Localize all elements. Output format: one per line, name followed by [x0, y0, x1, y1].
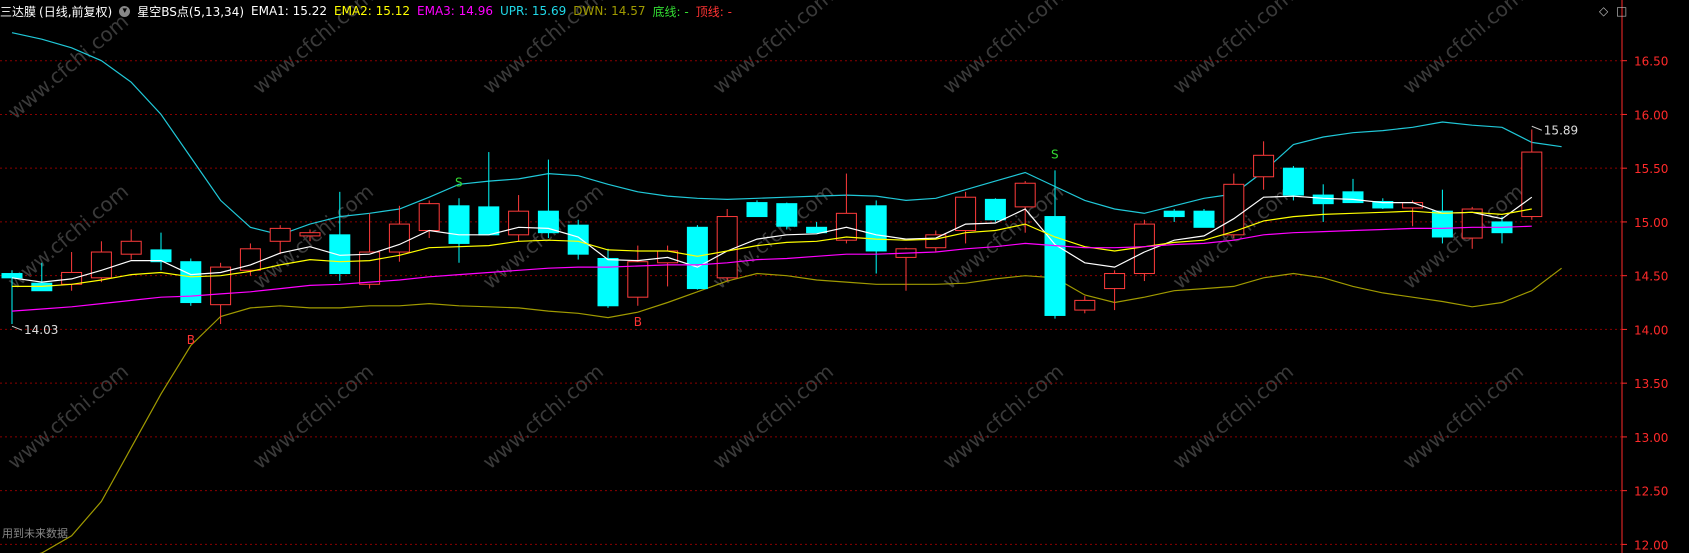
candle-up	[1104, 273, 1126, 290]
candle-down	[865, 205, 887, 252]
y-axis-tick-label: 16.50	[1634, 55, 1668, 69]
sell-signal: S	[1051, 147, 1059, 161]
candle-down	[1, 273, 23, 279]
candle-up	[359, 251, 381, 285]
square-icon[interactable]: □	[1616, 4, 1627, 18]
candle-down	[1044, 216, 1066, 316]
candle-down	[984, 198, 1006, 221]
y-axis-tick-label: 13.50	[1634, 377, 1668, 391]
watermark-text: www.cfchi.com	[248, 359, 378, 474]
candle-up	[1074, 299, 1096, 311]
watermark-text: www.cfchi.com	[248, 179, 378, 294]
candle-up	[418, 203, 440, 232]
watermark-text: www.cfchi.com	[3, 9, 133, 124]
candle-up	[1223, 183, 1245, 236]
y-axis-tick-label: 12.00	[1634, 538, 1668, 552]
y-axis-tick-label: 14.50	[1634, 270, 1668, 284]
candle-up	[508, 210, 530, 236]
candle-up	[299, 232, 321, 237]
candle-down	[448, 205, 470, 244]
candle-down	[1282, 167, 1304, 196]
bottom-line-value: 底线: -	[652, 4, 689, 19]
watermark-text: www.cfchi.com	[478, 359, 608, 474]
y-axis-tick-label: 15.00	[1634, 216, 1668, 230]
candle-up	[120, 240, 142, 255]
stock-chart[interactable]: www.cfchi.com www.cfchi.com www.cfchi.com w…	[0, 0, 1689, 553]
candle-down	[597, 257, 619, 307]
buy-signal: B	[634, 315, 642, 329]
candle-up	[925, 234, 947, 249]
candle-down	[567, 224, 589, 255]
candle-down	[776, 203, 798, 227]
candle-up	[955, 196, 977, 232]
candle-down	[746, 202, 768, 218]
sell-signal: S	[455, 175, 463, 189]
indicator-header: 三达膜 (日线,前复权) ▾ 星空BS点(5,13,34) EMA1: 15.2…	[0, 0, 739, 22]
candle-down	[150, 249, 172, 263]
candle-down	[1193, 210, 1215, 228]
candle-up	[716, 216, 738, 279]
ema1-value: EMA1: 15.22	[251, 4, 328, 18]
y-axis-tick-label: 12.50	[1634, 485, 1668, 499]
watermark-text: www.cfchi.com	[3, 359, 133, 474]
stock-name[interactable]: 三达膜	[0, 3, 36, 20]
diamond-icon[interactable]: ◇	[1599, 4, 1608, 18]
candle-down	[537, 210, 559, 234]
y-axis-tick-label: 16.00	[1634, 108, 1668, 122]
candle-up	[627, 261, 649, 298]
y-axis-tick-label: 15.50	[1634, 162, 1668, 176]
candle-up	[388, 223, 410, 253]
chart-canvas[interactable]: www.cfchi.com www.cfchi.com www.cfchi.com w…	[0, 0, 1689, 553]
watermark-text: www.cfchi.com	[1398, 359, 1528, 474]
candle-up	[1253, 154, 1275, 178]
price-annotation-label: 14.03	[24, 323, 58, 337]
candle-down	[1431, 210, 1453, 238]
watermark-text: www.cfchi.com	[1168, 0, 1298, 99]
ema2-value: EMA2: 15.12	[334, 4, 411, 18]
watermark-text: www.cfchi.com	[708, 359, 838, 474]
indicator-settings-icon[interactable]: ▾	[119, 5, 131, 17]
candle-down	[1312, 194, 1334, 205]
candle-up	[90, 251, 112, 279]
y-axis-tick-label: 13.00	[1634, 431, 1668, 445]
dwn-value: DWN: 14.57	[573, 4, 646, 18]
candle-down	[1163, 210, 1185, 218]
price-annotation-arrow	[1531, 125, 1542, 131]
upr-value: UPR: 15.69	[500, 4, 567, 18]
candle-up	[1521, 151, 1543, 218]
candle-down	[478, 206, 500, 236]
y-axis-tick-label: 14.00	[1634, 323, 1668, 337]
candle-up	[269, 227, 291, 242]
top-line-value: 顶线: -	[695, 4, 732, 19]
watermark-text: www.cfchi.com	[1168, 359, 1298, 474]
buy-signal: B	[187, 333, 195, 347]
watermark-text: www.cfchi.com	[1398, 0, 1528, 99]
period-label: (日线,前复权)	[39, 4, 113, 19]
future-data-note: 用到未来数据	[2, 527, 68, 540]
candle-down	[329, 234, 351, 275]
ema3-value: EMA3: 14.96	[417, 4, 494, 18]
watermark-text: www.cfchi.com	[938, 0, 1068, 99]
watermark-text: www.cfchi.com	[938, 359, 1068, 474]
candle-down	[1342, 191, 1364, 204]
price-annotation-label: 15.89	[1544, 123, 1578, 137]
candle-up	[1014, 182, 1036, 208]
candle-down	[686, 226, 708, 290]
indicator-name[interactable]: 星空BS点(5,13,34)	[137, 3, 244, 20]
